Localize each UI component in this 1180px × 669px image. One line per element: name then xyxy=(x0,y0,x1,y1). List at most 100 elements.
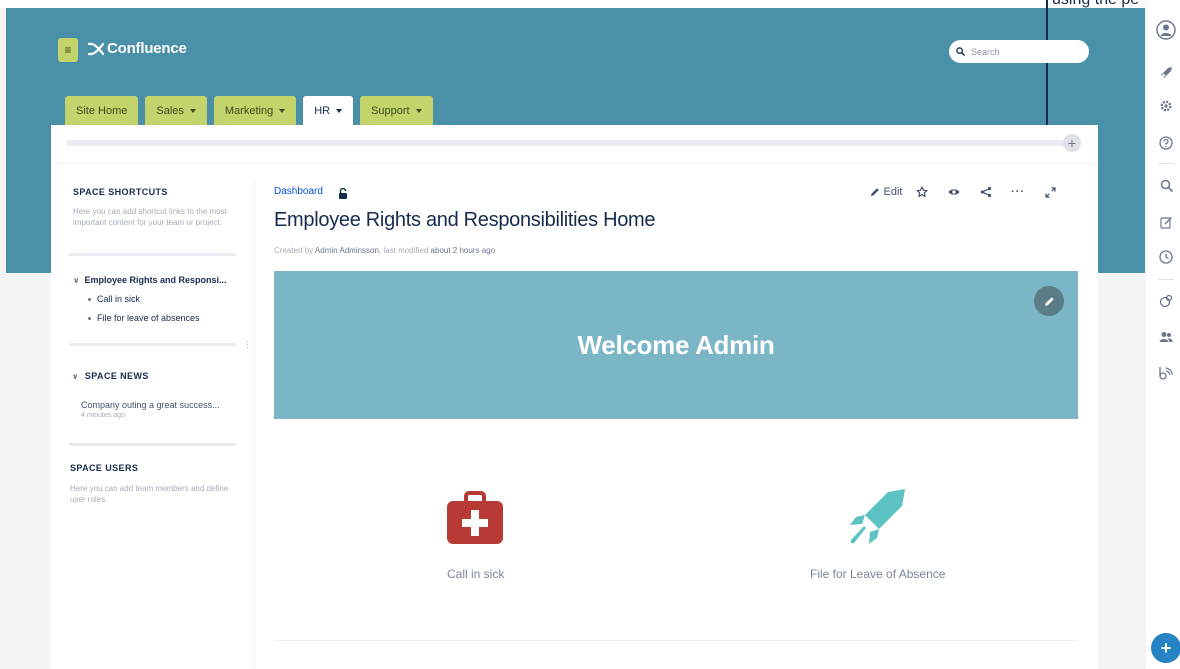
tab-hr[interactable]: HR xyxy=(303,96,354,125)
create-fab-button[interactable]: + xyxy=(1151,633,1180,663)
chevron-down-icon: ∨ xyxy=(73,275,80,285)
tab-label: Site Home xyxy=(76,104,128,117)
edit-banner-button[interactable] xyxy=(1034,286,1064,316)
rocket-icon[interactable] xyxy=(848,488,906,546)
profile-button[interactable] xyxy=(1156,20,1176,40)
content-divider xyxy=(274,640,1078,641)
feed-button[interactable] xyxy=(1156,363,1176,383)
tab-label: Marketing xyxy=(224,104,274,117)
search-input[interactable] xyxy=(969,45,1083,58)
plus-icon: + xyxy=(1160,638,1172,658)
page-title: Employee Rights and Responsibilities Hom… xyxy=(274,209,656,231)
byline-author[interactable]: Admin Adminsson xyxy=(315,246,379,255)
eye-icon xyxy=(948,189,960,195)
page-tree-item-label: Call in sick xyxy=(97,294,141,304)
bullet-icon xyxy=(88,316,91,320)
page-tree-item-call-in-sick[interactable]: Call in sick xyxy=(88,294,140,304)
spaces-button[interactable] xyxy=(1156,291,1176,311)
page-divider xyxy=(51,163,1098,164)
tile-file-for-leave[interactable]: File for Leave of Absence xyxy=(810,567,945,581)
settings-button[interactable] xyxy=(1156,96,1176,116)
page-toolbar-placeholder xyxy=(66,140,1066,146)
tab-label: HR xyxy=(314,104,331,117)
help-icon xyxy=(1159,136,1173,150)
spaces-icon xyxy=(1159,294,1173,308)
add-button[interactable]: + xyxy=(1063,134,1081,152)
edit-document-icon xyxy=(1159,216,1172,229)
create-page-button[interactable] xyxy=(1156,212,1176,232)
breadcrumb[interactable]: Dashboard xyxy=(274,186,323,197)
banner-title: Welcome Admin xyxy=(577,329,775,360)
rail-search-button[interactable] xyxy=(1156,175,1176,195)
byline-modified[interactable]: about 2 hours ago xyxy=(431,246,496,255)
page-tree-item-label: File for leave of absences xyxy=(97,313,200,323)
tab-label: Support xyxy=(371,104,410,117)
confluence-logo-icon xyxy=(88,42,104,55)
tab-sales[interactable]: Sales xyxy=(145,96,207,125)
tile-call-in-sick[interactable]: Call in sick xyxy=(447,567,504,581)
page-actions: Edit ··· xyxy=(866,184,1066,200)
expand-icon xyxy=(1044,186,1056,198)
byline-created-prefix: Created by xyxy=(274,246,314,255)
pencil-icon xyxy=(1044,296,1054,306)
plus-icon: + xyxy=(1067,135,1077,151)
sidebar-separator xyxy=(69,443,236,446)
sidebar-separator xyxy=(69,343,236,346)
rocket-icon xyxy=(1160,66,1172,78)
confluence-logo[interactable]: Confluence xyxy=(88,40,187,57)
app-name: Confluence xyxy=(107,40,187,57)
sidebar-resize-handle[interactable]: · · · xyxy=(246,337,250,352)
more-actions-button[interactable]: ··· xyxy=(1002,184,1034,200)
avatar-icon xyxy=(1156,20,1176,40)
people-icon xyxy=(1159,332,1173,342)
space-shortcuts-text: Here you can add shortcut links to the m… xyxy=(73,207,227,227)
share-icon xyxy=(980,186,992,198)
page-tree-root[interactable]: ∨ Employee Rights and Responsi... xyxy=(73,275,227,285)
space-news-heading: SPACE NEWS xyxy=(84,371,149,381)
share-button[interactable] xyxy=(970,184,1002,200)
search-icon xyxy=(1160,179,1173,192)
search-icon xyxy=(956,47,965,56)
welcome-banner: Welcome Admin xyxy=(274,271,1078,419)
space-news-item[interactable]: Company outing a great success... xyxy=(81,400,220,410)
gear-icon xyxy=(1160,100,1172,112)
recent-button[interactable] xyxy=(1156,247,1176,267)
chevron-down-icon xyxy=(415,108,422,113)
edit-button[interactable]: Edit xyxy=(866,184,906,200)
fullscreen-button[interactable] xyxy=(1034,184,1066,200)
watch-button[interactable] xyxy=(938,184,970,200)
chevron-down-icon xyxy=(336,108,343,113)
chevron-down-icon: ∨ xyxy=(72,371,79,381)
space-tabs: Site Home Sales Marketing HR Support xyxy=(65,96,433,125)
sidebar-separator xyxy=(69,253,236,256)
space-shortcuts-heading: SPACE SHORTCUTS xyxy=(73,187,168,197)
edit-button-label: Edit xyxy=(883,186,903,198)
whats-new-button[interactable] xyxy=(1156,62,1176,82)
tab-marketing[interactable]: Marketing xyxy=(213,96,297,125)
space-news-time: 4 minutes ago xyxy=(81,412,125,419)
feed-icon xyxy=(1159,367,1173,380)
page-tree-root-label: Employee Rights and Responsi... xyxy=(84,275,227,285)
search-box[interactable] xyxy=(949,40,1089,63)
help-button[interactable] xyxy=(1156,133,1176,153)
tab-support[interactable]: Support xyxy=(360,96,433,125)
rail-separator xyxy=(1158,163,1174,164)
people-button[interactable] xyxy=(1156,327,1176,347)
clock-icon xyxy=(1159,250,1173,264)
page-byline: Created by Admin Adminsson, last modifie… xyxy=(274,246,495,255)
chevron-down-icon xyxy=(189,108,196,113)
tab-label: Sales xyxy=(156,104,184,117)
star-icon xyxy=(916,186,928,198)
space-users-heading: SPACE USERS xyxy=(70,463,139,473)
space-news-toggle[interactable]: ∨ SPACE NEWS xyxy=(72,371,149,381)
bullet-icon xyxy=(88,297,91,301)
app-menu-button[interactable]: ≡ xyxy=(58,38,78,62)
star-button[interactable] xyxy=(906,184,938,200)
pencil-icon xyxy=(870,188,879,196)
first-aid-kit-icon[interactable] xyxy=(446,491,504,545)
unlock-icon[interactable] xyxy=(338,186,348,204)
tab-site-home[interactable]: Site Home xyxy=(65,96,139,125)
chevron-down-icon xyxy=(279,108,286,113)
page-tree-item-leave[interactable]: File for leave of absences xyxy=(88,313,200,323)
rail-separator xyxy=(1158,279,1174,280)
